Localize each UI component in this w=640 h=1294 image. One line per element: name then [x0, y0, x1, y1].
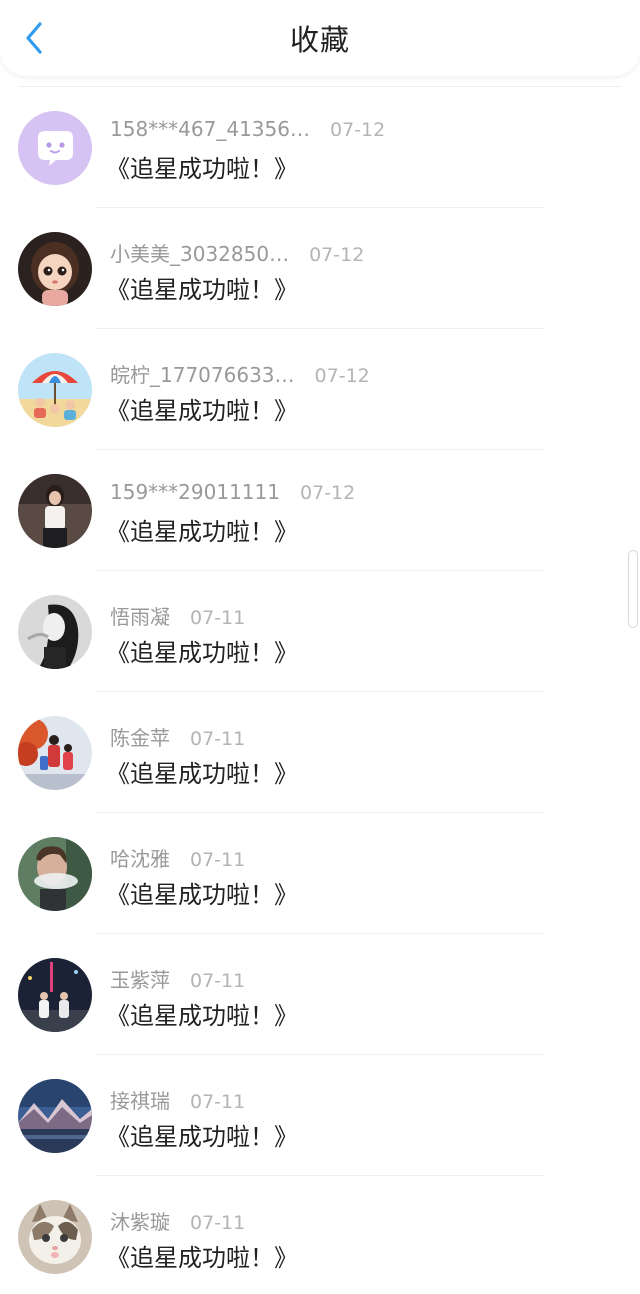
item-meta: 159***29011111 07-12 [110, 480, 355, 504]
user-name: 小美美_3032850… [110, 242, 290, 266]
favorite-item[interactable]: 158***467_41356… 07-12 《追星成功啦！》 [0, 87, 640, 208]
post-title: 《追星成功啦！》 [106, 276, 298, 304]
item-meta: 皖柠_177076633… 07-12 [110, 359, 370, 388]
bw-portrait-avatar[interactable] [18, 595, 92, 669]
post-date: 07-11 [190, 728, 246, 750]
post-date: 07-12 [314, 365, 370, 387]
top-nav-bar: 收藏 [0, 0, 640, 76]
user-name: 159***29011111 [110, 480, 280, 504]
post-title: 《追星成功啦！》 [106, 155, 298, 183]
night-city-avatar[interactable] [18, 958, 92, 1032]
user-name: 接祺瑞 [110, 1089, 170, 1113]
favorites-page: 收藏 158***467_41356… 07-12 《追星成功啦！》 小美美_3… [0, 0, 640, 1294]
mountain-lake-avatar[interactable] [18, 1079, 92, 1153]
user-name: 158***467_41356… [110, 117, 310, 141]
cartoon-girl-avatar[interactable] [18, 232, 92, 306]
favorite-item[interactable]: 小美美_3032850… 07-12 《追星成功啦！》 [0, 208, 640, 329]
page-title: 收藏 [289, 23, 350, 57]
post-title: 《追星成功啦！》 [106, 1244, 298, 1272]
favorite-item[interactable]: 接祺瑞 07-11 《追星成功啦！》 [0, 1055, 640, 1176]
woman-photo-avatar[interactable] [18, 474, 92, 548]
user-name: 悟雨凝 [110, 605, 170, 629]
favorite-item[interactable]: 哈沈雅 07-11 《追星成功啦！》 [0, 813, 640, 934]
post-title: 《追星成功啦！》 [106, 1002, 298, 1030]
favorite-item[interactable]: 陈金苹 07-11 《追星成功啦！》 [0, 692, 640, 813]
user-name: 陈金苹 [110, 726, 170, 750]
favorite-item[interactable]: 悟雨凝 07-11 《追星成功啦！》 [0, 571, 640, 692]
scrollbar-thumb[interactable] [628, 550, 638, 628]
post-title: 《追星成功啦！》 [106, 639, 298, 667]
kitten-avatar[interactable] [18, 1200, 92, 1274]
post-date: 07-11 [190, 849, 246, 871]
favorite-item[interactable]: 玉紫萍 07-11 《追星成功啦！》 [0, 934, 640, 1055]
item-meta: 悟雨凝 07-11 [110, 601, 245, 630]
item-meta: 哈沈雅 07-11 [110, 843, 245, 872]
favorite-item[interactable]: 159***29011111 07-12 《追星成功啦！》 [0, 450, 640, 571]
item-meta: 陈金苹 07-11 [110, 722, 245, 751]
post-title: 《追星成功啦！》 [106, 881, 298, 909]
user-name: 玉紫萍 [110, 968, 170, 992]
post-title: 《追星成功啦！》 [106, 397, 298, 425]
post-title: 《追星成功啦！》 [106, 760, 298, 788]
man-smoke-avatar[interactable] [18, 837, 92, 911]
favorite-item[interactable]: 沐紫璇 07-11 《追星成功啦！》 [0, 1176, 640, 1294]
chat-bubble-avatar[interactable] [18, 111, 92, 185]
family-autumn-avatar[interactable] [18, 716, 92, 790]
user-name: 皖柠_177076633… [110, 363, 295, 387]
user-name: 哈沈雅 [110, 847, 170, 871]
post-date: 07-12 [329, 119, 386, 141]
post-date: 07-11 [190, 1212, 246, 1234]
post-title: 《追星成功啦！》 [106, 1123, 298, 1151]
item-meta: 沐紫璇 07-11 [110, 1206, 245, 1235]
item-meta: 158***467_41356… 07-12 [110, 117, 385, 141]
post-date: 07-12 [309, 244, 365, 266]
item-meta: 玉紫萍 07-11 [110, 964, 245, 993]
post-date: 07-11 [190, 1091, 246, 1113]
post-date: 07-11 [190, 970, 246, 992]
post-title: 《追星成功啦！》 [106, 518, 298, 546]
post-date: 07-11 [190, 607, 246, 629]
favorites-list: 158***467_41356… 07-12 《追星成功啦！》 小美美_3032… [0, 87, 640, 1294]
beach-umbrella-avatar[interactable] [18, 353, 92, 427]
item-meta: 接祺瑞 07-11 [110, 1085, 245, 1114]
item-meta: 小美美_3032850… 07-12 [110, 238, 364, 267]
user-name: 沐紫璇 [110, 1210, 170, 1234]
post-date: 07-12 [299, 482, 356, 504]
favorite-item[interactable]: 皖柠_177076633… 07-12 《追星成功啦！》 [0, 329, 640, 450]
